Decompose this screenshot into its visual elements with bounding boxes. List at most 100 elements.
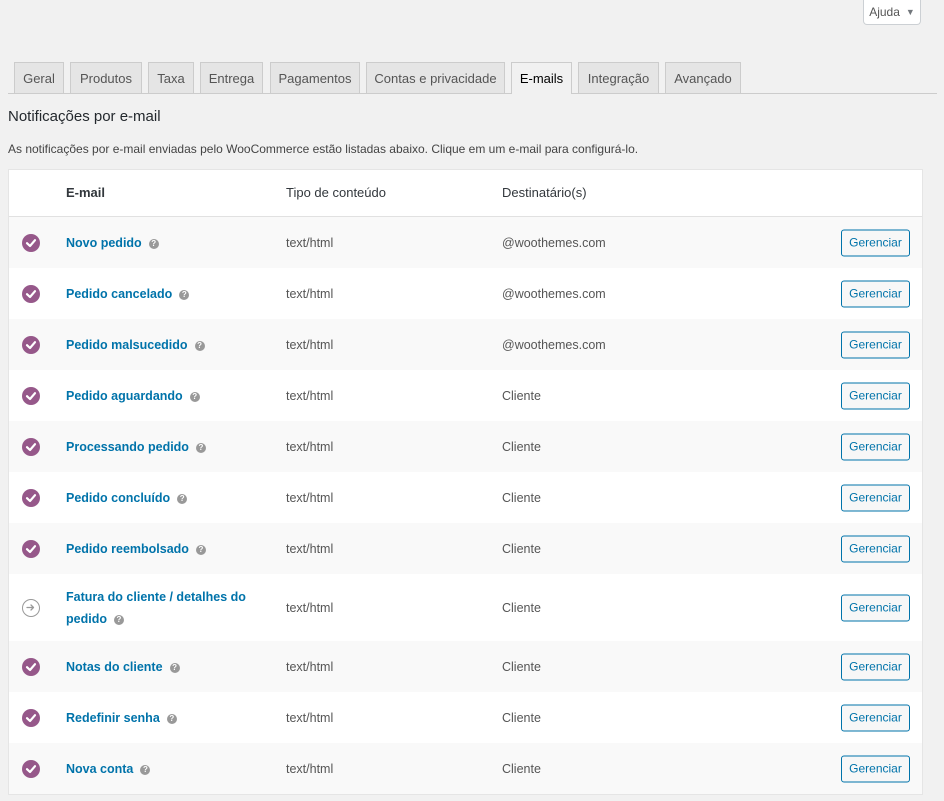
manage-button[interactable]: Gerenciar — [841, 382, 910, 409]
table-row: Pedido cancelado? text/html @woothemes.com… — [9, 268, 922, 319]
check-circle-icon — [22, 657, 40, 676]
email-name-label: Pedido reembolsado — [66, 541, 189, 556]
recipient-cell: Cliente — [502, 600, 541, 615]
email-name-link[interactable]: Processando pedido? — [66, 436, 206, 458]
manage-button[interactable]: Gerenciar — [841, 755, 910, 782]
content-type-cell: text/html — [286, 388, 334, 403]
tab-pagamentos[interactable]: Pagamentos — [270, 62, 360, 93]
email-name-link[interactable]: Novo pedido? — [66, 232, 159, 254]
tab-produtos[interactable]: Produtos — [70, 62, 142, 93]
email-name-label: Novo pedido — [66, 235, 142, 250]
email-name-label: Processando pedido — [66, 439, 189, 454]
email-name-link[interactable]: Fatura do cliente / detalhes do pedido? — [66, 586, 266, 630]
content-type-cell: text/html — [286, 541, 334, 556]
email-name-link[interactable]: Pedido malsucedido? — [66, 334, 205, 356]
question-icon[interactable]: ? — [113, 614, 124, 625]
email-name-link[interactable]: Notas do cliente? — [66, 656, 180, 678]
content-type-cell: text/html — [286, 600, 334, 615]
question-icon[interactable]: ? — [148, 238, 159, 249]
check-circle-icon — [22, 759, 40, 778]
check-circle-icon — [22, 539, 40, 558]
tab-emails[interactable]: E-mails — [511, 62, 572, 94]
check-circle-icon — [22, 708, 40, 727]
email-name-label: Pedido aguardando — [66, 388, 183, 403]
manage-button[interactable]: Gerenciar — [841, 331, 910, 358]
section-description: As notificações por e-mail enviadas pelo… — [8, 142, 639, 156]
tab-integracao[interactable]: Integração — [578, 62, 659, 93]
content-type-cell: text/html — [286, 337, 334, 352]
question-icon[interactable]: ? — [195, 544, 206, 555]
question-icon[interactable]: ? — [169, 662, 180, 673]
question-icon[interactable]: ? — [179, 289, 190, 300]
email-name-link[interactable]: Pedido cancelado? — [66, 283, 190, 305]
manage-button[interactable]: Gerenciar — [841, 535, 910, 562]
email-name-link[interactable]: Pedido aguardando? — [66, 385, 200, 407]
content-type-cell: text/html — [286, 439, 334, 454]
question-icon[interactable]: ? — [140, 764, 151, 775]
content-type-cell: text/html — [286, 235, 334, 250]
tab-entrega[interactable]: Entrega — [200, 62, 263, 93]
check-circle-icon — [22, 386, 40, 405]
recipient-cell: @woothemes.com — [502, 286, 606, 301]
email-name-label: Nova conta — [66, 761, 134, 776]
manage-button[interactable]: Gerenciar — [841, 653, 910, 680]
email-name-label: Redefinir senha — [66, 710, 160, 725]
table-row: Fatura do cliente / detalhes do pedido? t… — [9, 574, 922, 641]
manage-button[interactable]: Gerenciar — [841, 484, 910, 511]
email-name-link[interactable]: Nova conta? — [66, 758, 151, 780]
email-name-label: Pedido malsucedido — [66, 337, 188, 352]
table-row: Pedido aguardando? text/html Cliente Gerenc… — [9, 370, 922, 421]
check-circle-icon — [22, 437, 40, 456]
content-type-cell: text/html — [286, 286, 334, 301]
arrow-circle-icon — [22, 598, 40, 617]
table-row: Pedido reembolsado? text/html Cliente Geren… — [9, 523, 922, 574]
table-row: Notas do cliente? text/html Cliente Gerenci… — [9, 641, 922, 692]
question-icon[interactable]: ? — [194, 340, 205, 351]
manage-button[interactable]: Gerenciar — [841, 704, 910, 731]
manage-button[interactable]: Gerenciar — [841, 594, 910, 621]
check-circle-icon — [22, 233, 40, 252]
question-icon[interactable]: ? — [189, 391, 200, 402]
email-name-link[interactable]: Redefinir senha? — [66, 707, 177, 729]
check-circle-icon — [22, 488, 40, 507]
question-icon[interactable]: ? — [177, 493, 188, 504]
recipient-cell: Cliente — [502, 439, 541, 454]
help-button[interactable]: Ajuda ▼ — [863, 0, 921, 25]
content-type-cell: text/html — [286, 659, 334, 674]
tab-contas-privacidade[interactable]: Contas e privacidade — [366, 62, 505, 93]
settings-tabs: Geral Produtos Taxa Entrega Pagamentos C… — [8, 62, 937, 94]
email-name-label: Fatura do cliente / detalhes do pedido — [66, 589, 246, 626]
table-row: Redefinir senha? text/html Cliente Gerencia… — [9, 692, 922, 743]
help-label: Ajuda — [869, 5, 900, 19]
table-row: Pedido malsucedido? text/html @woothemes.c… — [9, 319, 922, 370]
check-circle-icon — [22, 335, 40, 354]
email-name-label: Pedido cancelado — [66, 286, 173, 301]
tab-avancado[interactable]: Avançado — [665, 62, 741, 93]
email-name-link[interactable]: Pedido concluído? — [66, 487, 188, 509]
recipient-cell: Cliente — [502, 388, 541, 403]
question-icon[interactable]: ? — [195, 442, 206, 453]
recipient-cell: Cliente — [502, 710, 541, 725]
header-recipients: Destinatário(s) — [502, 185, 587, 200]
table-row: Processando pedido? text/html Cliente Geren… — [9, 421, 922, 472]
table-row: Nova conta? text/html Cliente Gerenciar — [9, 743, 922, 794]
content-type-cell: text/html — [286, 761, 334, 776]
header-content-type: Tipo de conteúdo — [286, 185, 386, 200]
recipient-cell: Cliente — [502, 659, 541, 674]
recipient-cell: @woothemes.com — [502, 235, 606, 250]
tab-taxa[interactable]: Taxa — [148, 62, 194, 93]
email-name-label: Pedido concluído — [66, 490, 171, 505]
question-icon[interactable]: ? — [166, 713, 177, 724]
recipient-cell: Cliente — [502, 761, 541, 776]
tab-geral[interactable]: Geral — [14, 62, 64, 93]
email-name-link[interactable]: Pedido reembolsado? — [66, 538, 206, 560]
recipient-cell: Cliente — [502, 490, 541, 505]
page-title: Notificações por e-mail — [8, 108, 161, 125]
manage-button[interactable]: Gerenciar — [841, 280, 910, 307]
recipient-cell: @woothemes.com — [502, 337, 606, 352]
table-row: Novo pedido? text/html @woothemes.com Geren… — [9, 217, 922, 268]
check-circle-icon — [22, 284, 40, 303]
manage-button[interactable]: Gerenciar — [841, 229, 910, 256]
email-name-label: Notas do cliente — [66, 659, 163, 674]
manage-button[interactable]: Gerenciar — [841, 433, 910, 460]
